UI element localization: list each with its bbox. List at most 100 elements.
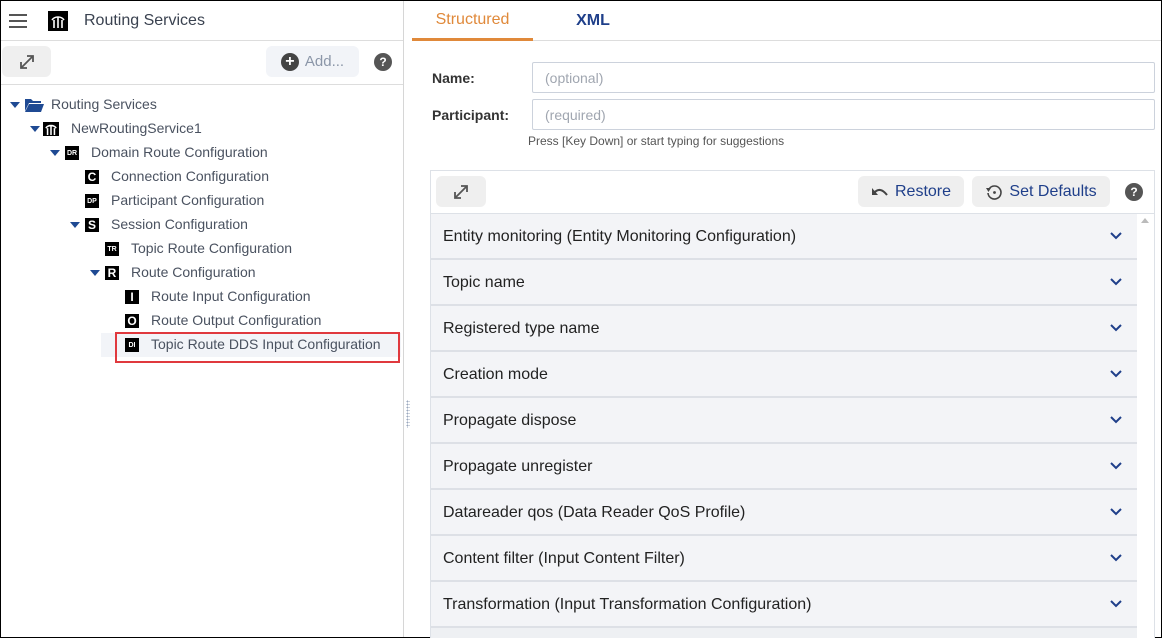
node-type-o-icon: O xyxy=(125,314,139,328)
app-title: Routing Services xyxy=(84,11,205,29)
chevron-down-icon[interactable] xyxy=(1109,229,1123,243)
caret-down-icon[interactable] xyxy=(10,102,20,108)
properties-toolbar: Restore Set Defaults ? xyxy=(431,171,1154,214)
chevron-down-icon[interactable] xyxy=(1109,275,1123,289)
expand-all-button[interactable] xyxy=(436,176,486,207)
routing-service-icon xyxy=(43,122,59,136)
editor-panel: Structured XML Name: Participant: Press … xyxy=(412,1,1161,638)
participant-hint: Press [Key Down] or start typing for sug… xyxy=(528,134,785,148)
tree-node[interactable]: S Session Configuration xyxy=(1,213,403,237)
tree-node-label: Route Configuration xyxy=(131,264,256,280)
tree-node-label: Route Input Configuration xyxy=(151,288,311,304)
chevron-down-icon[interactable] xyxy=(1109,321,1123,335)
name-label: Name: xyxy=(432,70,475,86)
history-icon xyxy=(986,184,1003,200)
caret-down-icon[interactable] xyxy=(70,222,80,228)
tree-node-label: Connection Configuration xyxy=(111,168,269,184)
name-input[interactable] xyxy=(532,62,1155,93)
tree-node[interactable]: R Route Configuration xyxy=(1,261,403,285)
tree-node-label: Route Output Configuration xyxy=(151,312,322,328)
expand-icon xyxy=(454,184,468,199)
section-row[interactable]: Registered type name xyxy=(431,306,1139,352)
chevron-down-icon[interactable] xyxy=(1109,459,1123,473)
section-row[interactable]: Propagate dispose xyxy=(431,398,1139,444)
section-row[interactable]: Content filter (Input Content Filter) xyxy=(431,536,1139,582)
scrollbar[interactable] xyxy=(1137,214,1154,638)
add-button-label: Add... xyxy=(304,53,345,70)
participant-input[interactable] xyxy=(532,99,1155,130)
node-type-dr-icon: DR xyxy=(65,146,79,160)
section-row[interactable]: Datareader qos (Data Reader QoS Profile) xyxy=(431,490,1139,536)
tree-node-label: Participant Configuration xyxy=(111,192,265,208)
chevron-down-icon[interactable] xyxy=(1109,551,1123,565)
expand-button[interactable] xyxy=(2,46,51,77)
tree-node[interactable]: C Connection Configuration xyxy=(1,165,403,189)
section-row[interactable]: Topic name xyxy=(431,260,1139,306)
node-type-i-icon: I xyxy=(125,290,139,304)
tree-toolbar: + Add... ? xyxy=(1,41,403,85)
panel-splitter-handle[interactable] xyxy=(406,400,410,428)
restore-button[interactable]: Restore xyxy=(858,176,964,207)
tab-xml[interactable]: XML xyxy=(533,1,653,41)
tree-node-label: Routing Services xyxy=(51,96,157,112)
section-row[interactable]: Transformation (Input Transformation Con… xyxy=(431,582,1139,628)
node-type-s-icon: S xyxy=(85,218,99,232)
caret-down-icon[interactable] xyxy=(50,150,60,156)
section-label: Content filter (Input Content Filter) xyxy=(443,550,685,567)
caret-down-icon[interactable] xyxy=(30,126,40,132)
section-label: Topic name xyxy=(443,274,525,291)
tree-node-label: NewRoutingService1 xyxy=(71,120,202,136)
section-label: Entity monitoring (Entity Monitoring Con… xyxy=(443,228,797,245)
restore-label: Restore xyxy=(894,182,952,200)
tree-node-label: Session Configuration xyxy=(111,216,248,232)
caret-down-icon[interactable] xyxy=(90,270,100,276)
add-button[interactable]: + Add... xyxy=(266,46,359,77)
tree-node[interactable]: Routing Services xyxy=(1,93,403,117)
node-type-di-icon: DI xyxy=(125,338,139,352)
help-icon[interactable]: ? xyxy=(374,53,392,71)
node-type-c-icon: C xyxy=(85,170,99,184)
tree-node[interactable]: TR Topic Route Configuration xyxy=(1,237,403,261)
set-defaults-label: Set Defaults xyxy=(1009,182,1097,200)
undo-icon xyxy=(871,187,888,196)
section-label: Propagate unregister xyxy=(443,458,593,475)
chevron-down-icon[interactable] xyxy=(1109,597,1123,611)
section-label: Creation mode xyxy=(443,366,548,383)
node-type-r-icon: R xyxy=(105,266,119,280)
expand-icon xyxy=(19,54,34,69)
editor-tabs: Structured XML xyxy=(412,1,1161,41)
routing-service-logo-icon xyxy=(48,10,68,31)
tree-node[interactable]: NewRoutingService1 xyxy=(1,117,403,141)
section-row[interactable]: Propagate unregister xyxy=(431,444,1139,490)
properties-panel: Restore Set Defaults ? Entity monitoring… xyxy=(430,170,1155,638)
app-bar: Routing Services xyxy=(1,1,403,41)
tree-node[interactable]: O Route Output Configuration xyxy=(1,309,403,333)
participant-label: Participant: xyxy=(432,107,510,123)
tab-structured[interactable]: Structured xyxy=(412,1,533,41)
section-label: Datareader qos (Data Reader QoS Profile) xyxy=(443,504,746,521)
menu-icon[interactable] xyxy=(9,13,27,28)
section-row[interactable]: Creation mode xyxy=(431,352,1139,398)
section-row[interactable]: Entity monitoring (Entity Monitoring Con… xyxy=(431,214,1139,260)
tree-node-label: Domain Route Configuration xyxy=(91,144,268,160)
section-list: Entity monitoring (Entity Monitoring Con… xyxy=(431,214,1139,638)
node-type-tr-icon: TR xyxy=(105,242,119,256)
tree-node-label: Topic Route Configuration xyxy=(131,240,293,256)
help-icon[interactable]: ? xyxy=(1125,183,1143,201)
node-type-dp-icon: DP xyxy=(85,194,99,208)
tree-node[interactable]: DR Domain Route Configuration xyxy=(1,141,403,165)
tree-node-label: Topic Route DDS Input Configuration xyxy=(151,336,381,352)
tree-node[interactable]: I Route Input Configuration xyxy=(1,285,403,309)
tree-node[interactable]: DI Topic Route DDS Input Configuration xyxy=(101,333,401,357)
config-tree: Routing Services NewRoutingService1 DR Doma… xyxy=(1,85,403,357)
tree-panel: Routing Services + Add... ? Routing Serv… xyxy=(1,1,404,637)
chevron-down-icon[interactable] xyxy=(1109,367,1123,381)
set-defaults-button[interactable]: Set Defaults xyxy=(972,176,1110,207)
section-label: Transformation (Input Transformation Con… xyxy=(443,596,812,613)
chevron-down-icon[interactable] xyxy=(1109,413,1123,427)
chevron-down-icon[interactable] xyxy=(1109,505,1123,519)
section-label: Propagate dispose xyxy=(443,412,577,429)
plus-circle-icon: + xyxy=(280,52,299,71)
tree-node[interactable]: DP Participant Configuration xyxy=(1,189,403,213)
scroll-up-arrow-icon[interactable] xyxy=(1141,218,1149,223)
